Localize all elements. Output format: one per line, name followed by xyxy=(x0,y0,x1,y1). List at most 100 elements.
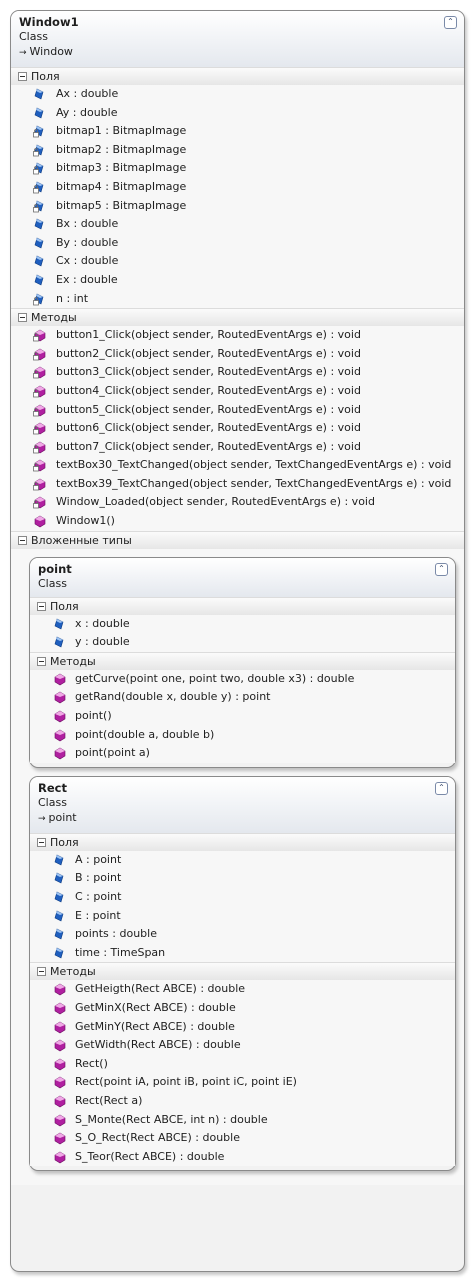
member-row[interactable]: Bx : double xyxy=(11,215,464,234)
member-label: GetWidth(Rect ABCE) : double xyxy=(75,1038,241,1052)
member-label: bitmap4 : BitmapImage xyxy=(56,179,187,193)
member-row[interactable]: C : point xyxy=(30,888,455,907)
section-methods[interactable]: Методы xyxy=(30,651,455,670)
section-title: Поля xyxy=(50,835,79,849)
nested-class-rect[interactable]: Rect Class → point ⌃ Поля A : point B : point C … xyxy=(29,775,456,1172)
member-row[interactable]: button3_Click(object sender, RoutedEvent… xyxy=(11,363,464,382)
member-row[interactable]: B : point xyxy=(30,869,455,888)
member-row[interactable]: GetMinY(Rect ABCE) : double xyxy=(30,1017,455,1037)
member-row[interactable]: button6_Click(object sender, RoutedEvent… xyxy=(11,419,464,438)
class-window1[interactable]: Window1 Class → Window ⌃ Поля Ax : double… xyxy=(10,10,465,1272)
member-label: bitmap2 : BitmapImage xyxy=(56,142,187,156)
member-row[interactable]: Rect(Rect a) xyxy=(30,1091,455,1111)
member-label: A : point xyxy=(75,852,122,866)
member-row[interactable]: y : double xyxy=(30,633,455,652)
collapse-toggle-icon[interactable] xyxy=(37,601,46,611)
section-title: Поля xyxy=(50,599,79,613)
member-row[interactable]: Cx : double xyxy=(11,252,464,271)
member-label: button7_Click(object sender, RoutedEvent… xyxy=(56,439,361,453)
member-row[interactable]: Rect() xyxy=(30,1054,455,1074)
member-row[interactable]: Ex : double xyxy=(11,270,464,290)
class-name: Rect xyxy=(38,780,67,795)
member-label: point(point a) xyxy=(75,746,150,760)
member-row[interactable]: bitmap3 : BitmapImage xyxy=(11,159,464,178)
collapse-toggle-icon[interactable] xyxy=(18,313,27,323)
class-base: → point xyxy=(38,810,447,827)
member-row[interactable]: point(point a) xyxy=(30,744,455,763)
member-label: Rect() xyxy=(75,1056,108,1070)
member-row[interactable]: bitmap4 : BitmapImage xyxy=(11,177,464,197)
member-label: button2_Click(object sender, RoutedEvent… xyxy=(56,346,361,360)
member-row[interactable]: GetHeigth(Rect ABCE) : double xyxy=(30,980,455,999)
member-label: E : point xyxy=(75,908,121,922)
section-methods[interactable]: Методы xyxy=(11,308,464,327)
public-method-icon xyxy=(53,673,66,686)
member-label: Window_Loaded(object sender, RoutedEvent… xyxy=(56,495,375,509)
public-field-icon xyxy=(53,636,66,649)
section-nested-types[interactable]: Вложенные типы xyxy=(11,530,464,549)
member-row[interactable]: button5_Click(object sender, RoutedEvent… xyxy=(11,400,464,420)
member-row[interactable]: button1_Click(object sender, RoutedEvent… xyxy=(11,326,464,345)
member-row[interactable]: textBox39_TextChanged(object sender, Tex… xyxy=(11,474,464,494)
member-row[interactable]: button2_Click(object sender, RoutedEvent… xyxy=(11,344,464,364)
fields-list: Ax : double Ay : double bitmap1 : BitmapIm… xyxy=(11,85,464,309)
collapse-icon[interactable]: ⌃ xyxy=(435,562,448,576)
private-field-icon xyxy=(33,200,46,213)
class-kind: Class xyxy=(38,576,67,590)
class-base-name: point xyxy=(48,810,77,824)
member-label: getRand(double x, double y) : point xyxy=(75,690,271,704)
member-row[interactable]: point(double a, double b) xyxy=(30,725,455,745)
member-row[interactable]: By : double xyxy=(11,233,464,253)
member-row[interactable]: button7_Click(object sender, RoutedEvent… xyxy=(11,437,464,457)
member-row[interactable]: bitmap2 : BitmapImage xyxy=(11,140,464,160)
section-methods[interactable]: Методы xyxy=(30,962,455,981)
member-row[interactable]: S_Monte(Rect ABCE, int n) : double xyxy=(30,1110,455,1130)
member-row[interactable]: Ay : double xyxy=(11,103,464,123)
member-row[interactable]: getRand(double x, double y) : point xyxy=(30,688,455,708)
member-row[interactable]: A : point xyxy=(30,850,455,870)
member-row[interactable]: bitmap5 : BitmapImage xyxy=(11,196,464,216)
member-label: bitmap3 : BitmapImage xyxy=(56,161,187,175)
section-fields[interactable]: Поля xyxy=(30,596,455,615)
collapse-toggle-icon[interactable] xyxy=(37,656,46,666)
inheritance-arrow-icon: → xyxy=(19,48,27,58)
collapse-toggle-icon[interactable] xyxy=(18,72,27,81)
member-row[interactable]: Window1() xyxy=(11,512,464,531)
member-row[interactable]: getCurve(point one, point two, double x3… xyxy=(30,669,455,689)
member-row[interactable]: button4_Click(object sender, RoutedEvent… xyxy=(11,381,464,401)
collapse-icon[interactable]: ⌃ xyxy=(444,16,457,29)
member-label: button6_Click(object sender, RoutedEvent… xyxy=(56,421,361,435)
member-row[interactable]: time : TimeSpan xyxy=(30,943,455,963)
member-row[interactable]: GetWidth(Rect ABCE) : double xyxy=(30,1036,455,1055)
member-label: button4_Click(object sender, RoutedEvent… xyxy=(56,383,361,397)
collapse-icon[interactable]: ⌃ xyxy=(435,781,448,795)
member-label: y : double xyxy=(75,635,130,649)
member-row[interactable]: E : point xyxy=(30,906,455,926)
nested-types-list: point Class ⌃ Поля x : double y : double Метод… xyxy=(11,548,464,1186)
member-row[interactable]: Rect(point iA, point iB, point iC, point… xyxy=(30,1073,455,1092)
member-row[interactable]: Ax : double xyxy=(11,85,464,104)
member-row[interactable]: S_O_Rect(Rect ABCE) : double xyxy=(30,1129,455,1148)
member-row[interactable]: textBox30_TextChanged(object sender, Tex… xyxy=(11,456,464,475)
section-fields[interactable]: Поля xyxy=(30,832,455,851)
member-row[interactable]: S_Teor(Rect ABCE) : double xyxy=(30,1147,455,1167)
class-kind: Class xyxy=(38,795,67,809)
member-row[interactable]: bitmap1 : BitmapImage xyxy=(11,122,464,141)
section-title: Вложенные типы xyxy=(31,533,132,547)
member-row[interactable]: Window_Loaded(object sender, RoutedEvent… xyxy=(11,493,464,513)
collapse-toggle-icon[interactable] xyxy=(37,837,46,847)
member-label: S_Monte(Rect ABCE, int n) : double xyxy=(75,1112,268,1126)
member-label: Window1() xyxy=(56,514,115,528)
member-row[interactable]: point() xyxy=(30,707,455,726)
member-row[interactable]: n : int xyxy=(11,289,464,309)
nested-class-point[interactable]: point Class ⌃ Поля x : double y : double Метод… xyxy=(29,556,456,768)
member-row[interactable]: GetMinX(Rect ABCE) : double xyxy=(30,998,455,1018)
public-field-icon xyxy=(53,928,66,941)
fields-list: x : double y : double xyxy=(30,614,455,652)
member-row[interactable]: points : double xyxy=(30,925,455,944)
member-label: x : double xyxy=(75,616,130,630)
section-fields[interactable]: Поля xyxy=(11,67,464,85)
collapse-toggle-icon[interactable] xyxy=(18,535,27,545)
member-row[interactable]: x : double xyxy=(30,614,455,634)
collapse-toggle-icon[interactable] xyxy=(37,967,46,977)
